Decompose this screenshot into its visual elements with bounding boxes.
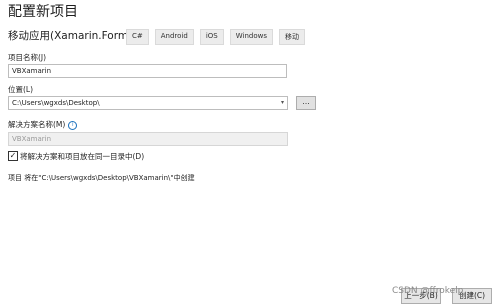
solution-name-value: VBXamarin: [12, 135, 52, 143]
solution-name-input: VBXamarin: [8, 132, 288, 146]
location-value: C:\Users\wgxds\Desktop\: [12, 99, 100, 107]
project-name-input[interactable]: VBXamarin: [8, 64, 287, 78]
browse-button[interactable]: ...: [296, 96, 316, 110]
location-label: 位置(L): [8, 85, 34, 94]
watermark: CSDN @ffrokelp: [392, 286, 464, 296]
same-dir-checkbox[interactable]: ✓: [8, 151, 18, 161]
project-name-value: VBXamarin: [12, 67, 52, 75]
tag-ios: iOS: [199, 29, 224, 45]
location-combobox[interactable]: C:\Users\wgxds\Desktop\ ▾: [8, 96, 288, 110]
tag-csharp: C#: [126, 29, 149, 45]
tag-windows: Windows: [229, 29, 273, 45]
tag-android: Android: [154, 29, 194, 45]
solution-name-label: 解决方案名称(M) i: [8, 119, 78, 130]
page-title: 配置新项目: [8, 4, 78, 20]
chevron-down-icon[interactable]: ▾: [281, 97, 284, 109]
same-dir-label: 将解决方案和项目放在同一目录中(D): [20, 152, 145, 161]
path-info-text: 项目 将在"C:\Users\wgxds\Desktop\VBXamarin\"…: [8, 174, 195, 182]
tag-mobile: 移动: [279, 29, 305, 45]
template-name: 移动应用(Xamarin.Forms): [8, 30, 138, 42]
template-tags: C# Android iOS Windows 移动: [126, 29, 305, 45]
project-name-label: 项目名称(J): [8, 53, 47, 62]
info-icon[interactable]: i: [68, 120, 78, 130]
